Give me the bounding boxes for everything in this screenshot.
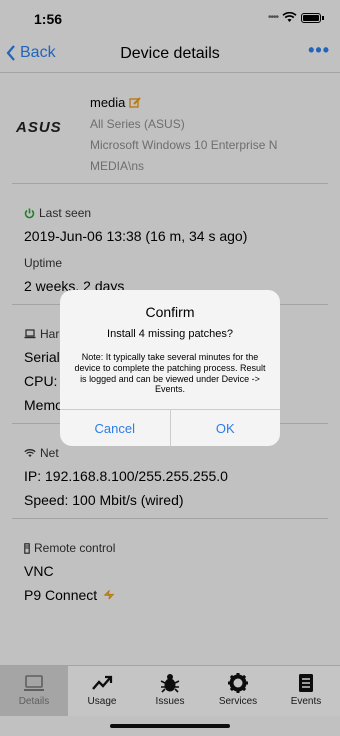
dialog-message: Install 4 missing patches? [107, 328, 233, 340]
dialog-title: Confirm [145, 304, 195, 320]
dialog-buttons: Cancel OK [60, 409, 280, 446]
cancel-button[interactable]: Cancel [60, 410, 170, 446]
dialog-note: Note: It typically take several minutes … [74, 352, 266, 395]
confirm-dialog: Confirm Install 4 missing patches? Note:… [60, 290, 280, 446]
ok-button[interactable]: OK [169, 410, 281, 446]
